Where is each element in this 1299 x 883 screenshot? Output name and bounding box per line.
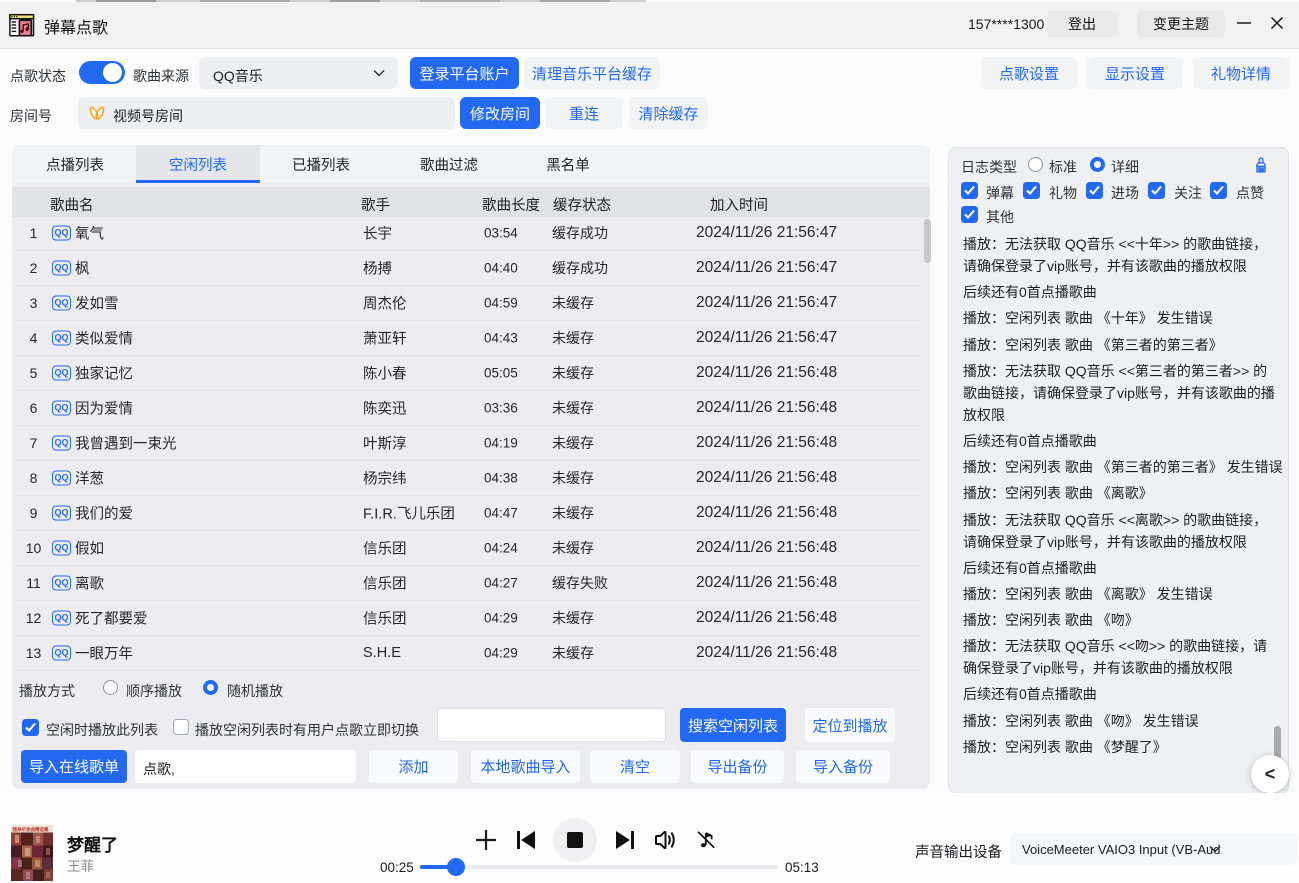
svg-text:随身听金曲精选集: 随身听金曲精选集 xyxy=(13,826,49,833)
